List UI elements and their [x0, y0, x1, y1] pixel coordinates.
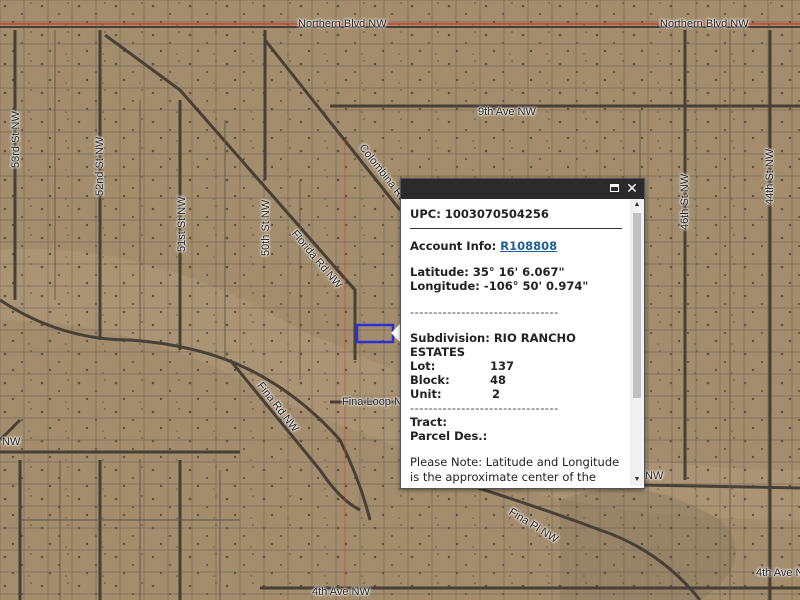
popup-divider	[410, 228, 622, 229]
dash-separator-2: --------------------------------	[410, 401, 559, 415]
upc-label: UPC:	[410, 207, 441, 221]
unit-value: 2	[492, 387, 501, 401]
parcel-info-popup: ✕ UPC: 1003070504256 Account Info: R1088…	[400, 178, 645, 489]
road-label-northern-blvd-east: Northern Blvd NW	[660, 18, 749, 30]
road-label-50th-st: 50th St NW	[260, 199, 272, 256]
road-label-46th-st: 46th St NW	[679, 173, 691, 230]
road-label-nw-left: NW	[2, 436, 21, 448]
scroll-thumb[interactable]	[633, 213, 641, 398]
road-label-44th-st: 44th St NW	[764, 148, 776, 205]
longitude-label: Longitude:	[410, 279, 480, 293]
dash-separator-1: --------------------------------	[410, 305, 559, 319]
latitude-value: 35° 16' 6.067"	[472, 265, 565, 279]
road-label-52nd-st: 52nd St NW	[94, 136, 106, 196]
popup-scrollbar[interactable]: ▲ ▼	[630, 199, 644, 486]
road-label-9th-ave: 9th Ave NW	[478, 106, 536, 118]
lot-value: 137	[490, 359, 515, 373]
subdivision-label: Subdivision:	[410, 331, 490, 345]
block-label: Block:	[410, 373, 450, 387]
popup-body[interactable]: UPC: 1003070504256 Account Info: R108808…	[401, 199, 629, 486]
road-label-4th-ave-east: 4th Ave NW	[756, 567, 800, 579]
unit-row: Unit: 2	[410, 387, 622, 401]
longitude-value: -106° 50' 0.974"	[483, 279, 589, 293]
unit-label: Unit:	[410, 387, 442, 401]
upc-row: UPC: 1003070504256	[410, 207, 622, 221]
block-row: Block: 48	[410, 373, 622, 387]
scroll-down-icon[interactable]: ▼	[630, 474, 644, 486]
coordinate-note: Please Note: Latitude and Longitude is t…	[410, 455, 620, 486]
road-label-53rd-st: 53rd St NW	[10, 111, 22, 168]
close-icon[interactable]: ✕	[624, 181, 640, 197]
account-link[interactable]: R108808	[500, 239, 557, 253]
popup-title-bar: ✕	[401, 179, 644, 199]
account-row: Account Info: R108808	[410, 239, 622, 253]
road-label-4th-ave: 4th Ave NW	[312, 586, 370, 598]
road-label-nw-right: NW	[645, 470, 664, 482]
longitude-row: Longitude: -106° 50' 0.974"	[410, 279, 622, 293]
upc-value: 1003070504256	[444, 207, 549, 221]
latitude-row: Latitude: 35° 16' 6.067"	[410, 265, 622, 279]
road-label-fina-loop: Fina Loop N	[342, 396, 402, 408]
road-label-51st-st: 51st St NW	[176, 196, 188, 252]
subdivision-row: Subdivision: RIO RANCHO ESTATES	[410, 331, 622, 359]
account-label: Account Info:	[410, 239, 497, 253]
lot-row: Lot: 137	[410, 359, 622, 373]
latitude-label: Latitude:	[410, 265, 469, 279]
parcel-description-label: Parcel Des.:	[410, 429, 488, 443]
scroll-up-icon[interactable]: ▲	[630, 199, 644, 211]
block-value: 48	[490, 373, 507, 387]
lot-label: Lot:	[410, 359, 436, 373]
tract-label: Tract:	[410, 415, 447, 429]
maximize-icon[interactable]	[606, 181, 622, 197]
road-label-northern-blvd: Northern Blvd NW	[298, 18, 387, 30]
